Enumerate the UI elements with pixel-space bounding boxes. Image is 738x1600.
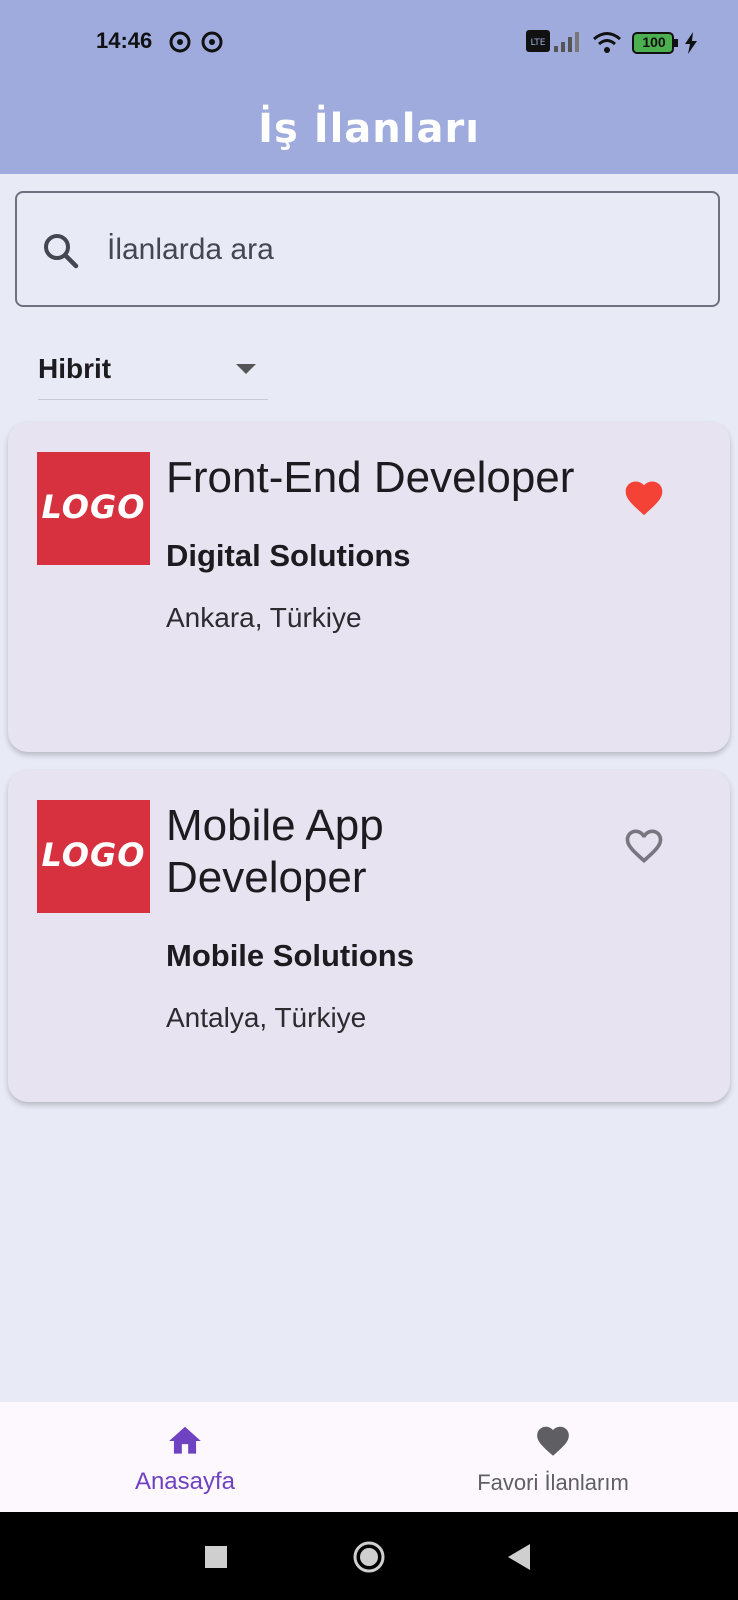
back-button[interactable]: [508, 1544, 532, 1575]
notification-icon: [168, 30, 192, 59]
job-title: Front-End Developer: [166, 453, 575, 502]
company-logo-text: LOGO: [41, 836, 146, 874]
job-location: Antalya, Türkiye: [166, 1002, 367, 1033]
notification-icon: [200, 30, 224, 59]
nav-label-home: Anasayfa: [134, 1468, 236, 1495]
company-name: Mobile Solutions: [166, 938, 414, 973]
heart-outline-icon: [625, 829, 663, 864]
recent-apps-button[interactable]: [205, 1546, 227, 1573]
company-logo: LOGO: [37, 452, 150, 565]
bottom-navigation: Anasayfa Favori İlanlarım: [0, 1402, 738, 1512]
company-logo-text: LOGO: [41, 488, 146, 526]
search-box[interactable]: [15, 191, 720, 307]
nav-item-favorites[interactable]: Favori İlanlarım: [428, 1402, 678, 1512]
work-type-dropdown[interactable]: Hibrit: [38, 345, 268, 400]
signal-icon: [554, 30, 584, 57]
heart-icon: [533, 1422, 573, 1465]
dropdown-arrow-icon: [236, 364, 256, 374]
volte-icon: LTE: [526, 30, 550, 57]
page-title: İş İlanları: [258, 106, 480, 152]
dropdown-selected-value: Hibrit: [38, 353, 112, 384]
favorite-button[interactable]: [622, 476, 666, 520]
job-location: Ankara, Türkiye: [166, 602, 362, 633]
favorite-button[interactable]: [622, 824, 666, 868]
app-bar: İş İlanları: [0, 88, 738, 174]
heart-filled-icon: [625, 481, 663, 516]
job-card[interactable]: LOGO Mobile App Developer Mobile Solutio…: [8, 770, 730, 1102]
search-icon: [41, 231, 81, 276]
battery-level: 100: [642, 34, 666, 50]
system-navigation-bar: [0, 1512, 738, 1600]
job-card[interactable]: LOGO Front-End Developer Digital Solutio…: [8, 422, 730, 752]
status-bar: 14:46 LTE 100: [0, 0, 738, 88]
svg-text:LTE: LTE: [531, 38, 546, 48]
home-icon: [165, 1422, 205, 1465]
job-title: Mobile App Developer: [166, 801, 384, 902]
wifi-icon: [592, 30, 622, 59]
nav-item-home[interactable]: Anasayfa: [60, 1402, 310, 1512]
company-logo: LOGO: [37, 800, 150, 913]
charging-icon: [684, 32, 698, 59]
company-name: Digital Solutions: [166, 538, 411, 573]
search-input[interactable]: [105, 223, 689, 277]
home-button[interactable]: [352, 1540, 386, 1579]
nav-label-favorites: Favori İlanlarım: [477, 1470, 629, 1495]
status-time: 14:46: [96, 28, 153, 53]
